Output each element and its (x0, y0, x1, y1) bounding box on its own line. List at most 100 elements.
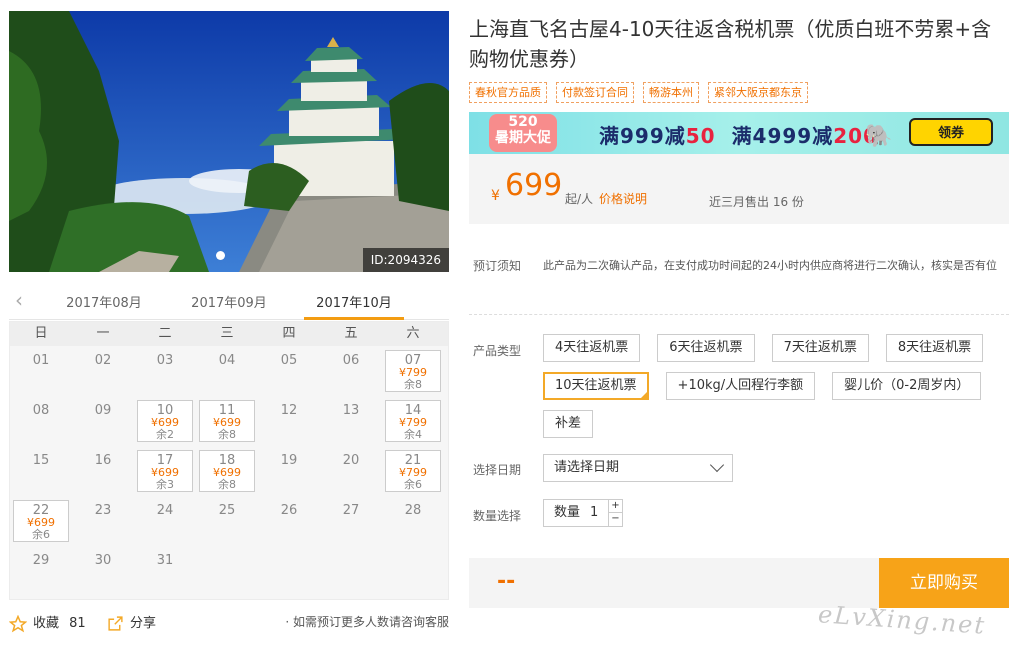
day-number: 23 (94, 503, 112, 518)
weekday-label: 一 (96, 326, 110, 341)
tab-month-2[interactable]: 2017年09月 (179, 292, 279, 320)
promo-banner[interactable]: 520 暑期大促 满999减50 满4999减200 🐘 领券 (469, 112, 1009, 154)
sold-count: 近三月售出 16 份 (709, 195, 804, 209)
calendar-day: 05 (258, 346, 320, 396)
calendar-day: 13 (320, 396, 382, 446)
qty-increase-button[interactable]: + (608, 500, 622, 513)
price-amount: 699 (505, 168, 563, 203)
calendar-day: 04 (196, 346, 258, 396)
elephant-icon: 🐘 (865, 124, 893, 149)
calendar-day: 16 (72, 446, 134, 496)
day-number: 13 (342, 403, 360, 418)
product-type-option[interactable]: 8天往返机票 (885, 334, 984, 362)
star-icon (9, 614, 27, 632)
product-type-option[interactable]: 补差 (543, 410, 594, 438)
total-price: -- (497, 569, 516, 594)
buy-bar: -- 立即购买 (469, 558, 1009, 608)
notice-text: 此产品为二次确认产品，在支付成功时间起的24小时内供应商将进行二次确认，核实是否… (543, 259, 997, 272)
product-type-option[interactable]: 6天往返机票 (657, 334, 755, 362)
price-explain-link[interactable]: 价格说明 (599, 190, 647, 207)
quantity-stepper: 数量 1 + − (543, 499, 623, 527)
day-number: 01 (32, 353, 50, 368)
calendar-day-available[interactable]: 17 ¥699 余3 (137, 450, 193, 492)
product-type-option[interactable]: 10天往返机票 (543, 372, 649, 400)
day-number: 02 (94, 353, 112, 368)
tab-month-1[interactable]: 2017年08月 (54, 292, 154, 320)
day-number: 04 (218, 353, 236, 368)
calendar-day: 15 (10, 446, 72, 496)
date-select-value: 请选择日期 (554, 460, 620, 475)
day-remaining: 余6 (404, 478, 422, 491)
product-type-option[interactable]: 婴儿价（0-2周岁内） (832, 372, 982, 400)
calendar-day: 31 (134, 546, 196, 596)
calendar-day: 20 (320, 446, 382, 496)
share-button[interactable]: 分享 (107, 612, 156, 632)
day-number: 26 (280, 503, 298, 518)
castle-image (9, 11, 449, 272)
get-coupon-button[interactable]: 领券 (909, 118, 993, 146)
qty-value[interactable]: 1 (590, 500, 598, 526)
calendar-day-available[interactable]: 11 ¥699 余8 (199, 400, 255, 442)
day-number: 16 (94, 453, 112, 468)
day-remaining: 余6 (32, 528, 50, 541)
calendar-day-available[interactable]: 21 ¥799 余6 (385, 450, 441, 492)
promo-a: 满999减 (599, 124, 686, 148)
notice-label: 预订须知 (473, 259, 522, 273)
calendar-day: 09 (72, 396, 134, 446)
product-type-option[interactable]: +10kg/人回程行李额 (665, 372, 816, 400)
calendar-day-available[interactable]: 18 ¥699 余8 (199, 450, 255, 492)
day-number: 27 (342, 503, 360, 518)
divider (469, 314, 1009, 315)
product-type-option[interactable]: 4天往返机票 (543, 334, 641, 362)
chevron-left-icon[interactable]: ‹ (15, 288, 35, 312)
month-tabs: ‹ 2017年08月 2017年09月 2017年10月 (9, 286, 449, 320)
calendar-day: 08 (10, 396, 72, 446)
promo-text: 满999减50 满4999减200 (599, 120, 878, 149)
calendar-day-available[interactable]: 22 ¥699 余6 (13, 500, 69, 542)
weekday-label: 二 (158, 326, 172, 341)
calendar-day-available[interactable]: 07 ¥799 余8 (385, 350, 441, 392)
calendar-day: 27 (320, 496, 382, 546)
product-type-option[interactable]: 7天往返机票 (771, 334, 869, 362)
calendar-day: 24 (134, 496, 196, 546)
weekday-label: 日 (34, 326, 48, 341)
day-number: 12 (280, 403, 298, 418)
date-label: 选择日期 (473, 463, 522, 477)
calendar: 日 一 二 三 四 五 六 01 02 03 04 05 06 07 ¥799 余8 08 09 10 ¥699 余2… (9, 321, 449, 600)
day-remaining: 余8 (404, 378, 422, 391)
calendar-day-available[interactable]: 10 ¥699 余2 (137, 400, 193, 442)
calendar-day: 02 (72, 346, 134, 396)
day-remaining: 余3 (156, 478, 174, 491)
left-actions: 收藏 81 分享 · 如需预订更多人数请咨询客服 (9, 612, 449, 632)
tag-1: 春秋官方品质 (469, 82, 547, 103)
carousel-dot[interactable] (216, 251, 225, 260)
calendar-day-available[interactable]: 14 ¥799 余4 (385, 400, 441, 442)
day-number: 20 (342, 453, 360, 468)
share-label: 分享 (130, 616, 157, 631)
buy-now-button[interactable]: 立即购买 (879, 558, 1009, 608)
favorite-button[interactable]: 收藏 81 (9, 612, 86, 633)
day-number: 31 (156, 553, 174, 568)
price-currency: ¥ (491, 188, 500, 204)
tag-3: 畅游本州 (643, 82, 699, 103)
calendar-day: 03 (134, 346, 196, 396)
calendar-day: 30 (72, 546, 134, 596)
day-number: 28 (404, 503, 422, 518)
tag-4: 紧邻大阪京都东京 (708, 82, 808, 103)
tab-month-3[interactable]: 2017年10月 (304, 292, 404, 320)
contact-note: · 如需预订更多人数请咨询客服 (285, 615, 449, 629)
calendar-day: 06 (320, 346, 382, 396)
product-photo: ID:2094326 (9, 11, 449, 272)
favorite-label: 收藏 (33, 616, 60, 631)
weekday-label: 五 (344, 326, 358, 341)
day-remaining: 余4 (404, 428, 422, 441)
qty-decrease-button[interactable]: − (608, 513, 622, 526)
day-number: 25 (218, 503, 236, 518)
weekday-label: 三 (220, 326, 234, 341)
calendar-day: 29 (10, 546, 72, 596)
share-icon (108, 616, 123, 631)
day-number: 09 (94, 403, 112, 418)
tag-2: 付款签订合同 (556, 82, 634, 103)
qty-prefix: 数量 (554, 505, 581, 520)
date-select[interactable]: 请选择日期 (543, 454, 733, 482)
